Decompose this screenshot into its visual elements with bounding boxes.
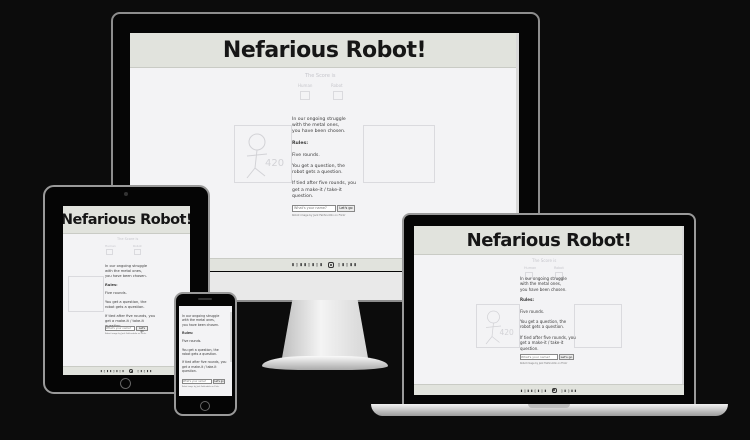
rule-line: robot gets a question. <box>292 170 343 176</box>
instagram-icon[interactable] <box>551 387 557 393</box>
site-header: Nefarious Robot! <box>414 226 684 255</box>
phone-speaker <box>198 298 212 300</box>
rule-line: Five rounds. <box>292 152 320 158</box>
site-title: Nefarious Robot! <box>466 229 632 251</box>
scrollbar[interactable] <box>230 312 232 362</box>
rule-line: question. <box>520 345 539 351</box>
intro-text: In our ongoing struggle with the metal o… <box>520 276 590 351</box>
name-input[interactable]: What's your name? <box>105 326 135 331</box>
instagram-icon[interactable] <box>129 369 134 373</box>
laptop-screen: Nefarious Robot! The Score is Human Robo… <box>414 226 684 395</box>
site-header: Nefarious Robot! <box>130 33 519 68</box>
phone-screen: In our ongoing struggle with the metal o… <box>179 306 232 396</box>
rule-line: question. <box>292 193 314 199</box>
laptop-notch <box>528 404 570 408</box>
site-footer: ▮▯▮▮▯▮▯▮ ▯▮▯▮▮ <box>414 384 684 395</box>
name-input[interactable]: What's your name? <box>520 354 558 360</box>
tablet-screen: Nefarious Robot! The Score is Human Robo… <box>63 206 190 375</box>
human-score-box <box>300 91 310 100</box>
rule-line: Five rounds. <box>520 308 545 314</box>
rule-line: robot gets a question. <box>520 324 565 330</box>
footer-brand: ▮▯▮▮▯▮▯▮ <box>291 262 324 268</box>
robot-label: Robot <box>331 83 343 88</box>
site-header: Nefarious Robot! <box>63 206 190 234</box>
tablet-home-button[interactable] <box>120 378 131 389</box>
rules-heading: Rules: <box>105 282 118 287</box>
intro-line: you have been chosen. <box>182 322 220 327</box>
site-title: Nefarious Robot! <box>222 37 427 63</box>
lets-go-button[interactable]: Let's go <box>559 354 574 360</box>
footer-brand-2: ▯▮▯▮▮ <box>137 369 153 373</box>
rules-heading: Rules: <box>182 330 194 335</box>
image-credit: Robot image by Jack Fakhruddin on Flickr <box>292 214 346 217</box>
scrollbar[interactable] <box>682 226 684 395</box>
robot-image <box>68 276 104 312</box>
rule-line: question. <box>182 368 197 373</box>
intro-text: In our ongoing struggle with the metal o… <box>182 314 230 373</box>
name-input[interactable]: What's your name? <box>292 205 336 212</box>
robot-drawing-icon: 420 <box>246 133 284 179</box>
rules-heading: Rules: <box>520 297 534 303</box>
human-score-box <box>106 249 113 255</box>
robot-image: 420 <box>476 304 520 348</box>
rule-line: robot gets a question. <box>182 351 218 356</box>
intro-line: you have been chosen. <box>105 273 147 278</box>
robot-score-box <box>134 249 141 255</box>
monitor-stand-base <box>262 356 388 370</box>
footer-brand: ▮▯▮▮▯▮▯▮ <box>520 387 548 393</box>
rule-line: robot gets a question. <box>105 305 145 310</box>
instagram-icon[interactable] <box>327 262 334 268</box>
score-label: The Score is <box>305 73 336 79</box>
robot-score-box <box>333 91 343 100</box>
rules-heading: Rules: <box>292 140 309 146</box>
footer-brand-2: ▯▮▯▮▮ <box>337 262 358 268</box>
image-credit: Robot image by Jack Fakhruddin on Flickr <box>105 333 147 335</box>
robot-image: 420 <box>234 125 292 183</box>
human-label: Human <box>105 244 116 248</box>
human-label: Human <box>298 83 313 88</box>
intro-line: you have been chosen. <box>292 129 346 135</box>
svg-text:420: 420 <box>265 158 284 169</box>
score-label: The Score is <box>532 258 557 263</box>
footer-brand-2: ▯▮▯▮▮ <box>560 387 578 393</box>
image-credit: Robot image by Jack Fakhruddin on Flickr <box>520 362 568 365</box>
robot-label: Robot <box>554 266 564 270</box>
tablet-camera <box>124 192 128 196</box>
rule-line: If tied after five rounds, you <box>182 360 227 365</box>
question-panel <box>363 125 435 183</box>
score-label: The Score is <box>117 237 139 241</box>
intro-line: you have been chosen. <box>520 286 567 292</box>
robot-label: Robot <box>133 244 142 248</box>
intro-text: In our ongoing struggle with the metal o… <box>292 117 372 200</box>
svg-text:420: 420 <box>500 328 515 337</box>
human-label: Human <box>524 266 537 270</box>
lets-go-button[interactable]: Let's go <box>337 205 355 212</box>
monitor-stand-neck <box>282 300 368 358</box>
footer-brand: ▮▯▮▮▯▮▯▮ <box>100 369 126 373</box>
robot-drawing-icon: 420 <box>485 310 515 345</box>
lets-go-button[interactable]: Let's go <box>136 326 148 333</box>
rule-line: Five rounds. <box>105 291 127 296</box>
site-footer: ▮▯▮▮▯▮▯▮ ▯▮▯▮▮ <box>63 366 190 375</box>
lets-go-button[interactable]: Let's go <box>213 379 225 384</box>
site-title: Nefarious Robot! <box>63 211 190 228</box>
intro-text: In our ongoing struggle with the metal o… <box>105 264 165 328</box>
phone-home-button[interactable] <box>200 401 210 411</box>
rule-line: Five rounds. <box>182 339 202 344</box>
name-input[interactable]: What's your name? <box>182 379 212 384</box>
image-credit: Robot image by Jack Fakhruddin on Flickr <box>182 386 220 388</box>
